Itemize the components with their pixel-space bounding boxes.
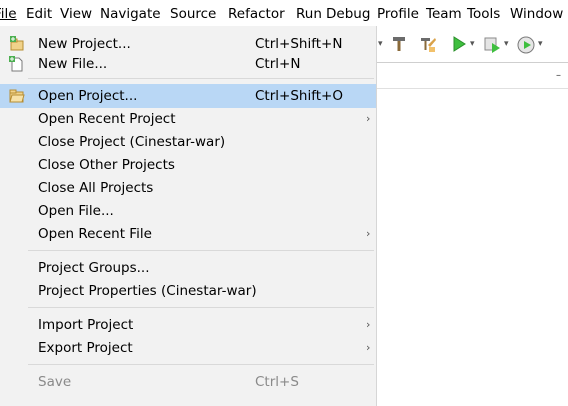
- menu-bar: File Edit View Navigate Source Refactor …: [0, 0, 568, 26]
- menu-view[interactable]: View: [60, 6, 92, 22]
- editor-divider: [376, 88, 568, 89]
- menu-item-open-recent-file[interactable]: Open Recent File ›: [0, 222, 376, 246]
- menu-item-partial[interactable]: [0, 394, 376, 406]
- minimize-icon[interactable]: –: [556, 70, 561, 81]
- menu-debug[interactable]: Debug: [326, 6, 370, 22]
- menu-item-import-project[interactable]: Import Project ›: [0, 313, 376, 337]
- menu-item-project-properties[interactable]: Project Properties (Cinestar-war): [0, 279, 376, 303]
- menu-item-label: Project Groups...: [38, 260, 150, 276]
- dropdown-arrow-icon[interactable]: ▾: [538, 39, 543, 49]
- menu-source[interactable]: Source: [170, 6, 216, 22]
- menu-item-new-file[interactable]: New File... Ctrl+N: [0, 52, 376, 76]
- new-file-icon: [9, 56, 25, 72]
- menu-item-label: Export Project: [38, 340, 133, 356]
- dropdown-arrow-icon[interactable]: ▾: [504, 39, 509, 49]
- menu-edit[interactable]: Edit: [26, 6, 52, 22]
- menu-item-label: Save: [38, 374, 72, 390]
- menu-separator: [28, 78, 374, 79]
- menu-team[interactable]: Team: [426, 6, 462, 22]
- submenu-arrow-icon: ›: [366, 227, 371, 240]
- menu-item-label: Project Properties (Cinestar-war): [38, 283, 257, 299]
- dropdown-arrow-icon[interactable]: ▾: [378, 39, 383, 49]
- menu-separator: [28, 307, 374, 308]
- menu-item-close-project[interactable]: Close Project (Cinestar-war): [0, 130, 376, 154]
- menu-item-label: Open Recent File: [38, 226, 152, 242]
- submenu-arrow-icon: ›: [366, 112, 371, 125]
- menu-item-label: Open Recent Project: [38, 111, 176, 127]
- profile-icon[interactable]: [516, 35, 536, 59]
- menu-refactor[interactable]: Refactor: [228, 6, 285, 22]
- menu-item-label: Close Project (Cinestar-war): [38, 134, 226, 150]
- open-project-icon: [9, 88, 25, 104]
- shortcut-label: Ctrl+Shift+O: [255, 88, 343, 104]
- menu-window[interactable]: Window: [510, 6, 563, 22]
- dropdown-arrow-icon[interactable]: ▾: [470, 39, 475, 49]
- file-menu: New Project... Ctrl+Shift+N New File... …: [0, 26, 377, 406]
- menu-file[interactable]: File: [0, 6, 17, 22]
- menu-item-label: Close All Projects: [38, 180, 154, 196]
- menu-item-open-file[interactable]: Open File...: [0, 199, 376, 223]
- menu-separator: [28, 250, 374, 251]
- menu-item-label: Open File...: [38, 203, 114, 219]
- menu-item-open-recent-project[interactable]: Open Recent Project ›: [0, 107, 376, 131]
- menu-item-close-all-projects[interactable]: Close All Projects: [0, 176, 376, 200]
- menu-item-label: Import Project: [38, 317, 134, 333]
- run-icon[interactable]: [450, 35, 468, 57]
- menu-item-label: New File...: [38, 56, 108, 72]
- menu-item-close-other-projects[interactable]: Close Other Projects: [0, 153, 376, 177]
- shortcut-label: Ctrl+S: [255, 374, 299, 390]
- toolbar-divider: [376, 62, 568, 63]
- menu-separator: [28, 364, 374, 365]
- new-project-icon: [9, 36, 25, 52]
- hammer-icon[interactable]: [390, 35, 408, 57]
- menu-item-label: Open Project...: [38, 88, 138, 104]
- shortcut-label: Ctrl+N: [255, 56, 301, 72]
- debug-icon[interactable]: [482, 35, 502, 59]
- menu-item-export-project[interactable]: Export Project ›: [0, 336, 376, 360]
- submenu-arrow-icon: ›: [366, 318, 371, 331]
- menu-navigate[interactable]: Navigate: [100, 6, 161, 22]
- menu-item-save[interactable]: Save Ctrl+S: [0, 370, 376, 394]
- toolbar: ▾ ▾ ▾ ▾: [376, 27, 568, 61]
- menu-tools[interactable]: Tools: [467, 6, 500, 22]
- menu-item-label: Close Other Projects: [38, 157, 175, 173]
- menu-item-project-groups[interactable]: Project Groups...: [0, 256, 376, 280]
- menu-item-open-project[interactable]: Open Project... Ctrl+Shift+O: [0, 84, 376, 108]
- menu-run[interactable]: Run: [296, 6, 322, 22]
- submenu-arrow-icon: ›: [366, 341, 371, 354]
- clean-build-icon[interactable]: [418, 35, 438, 59]
- menu-profile[interactable]: Profile: [377, 6, 419, 22]
